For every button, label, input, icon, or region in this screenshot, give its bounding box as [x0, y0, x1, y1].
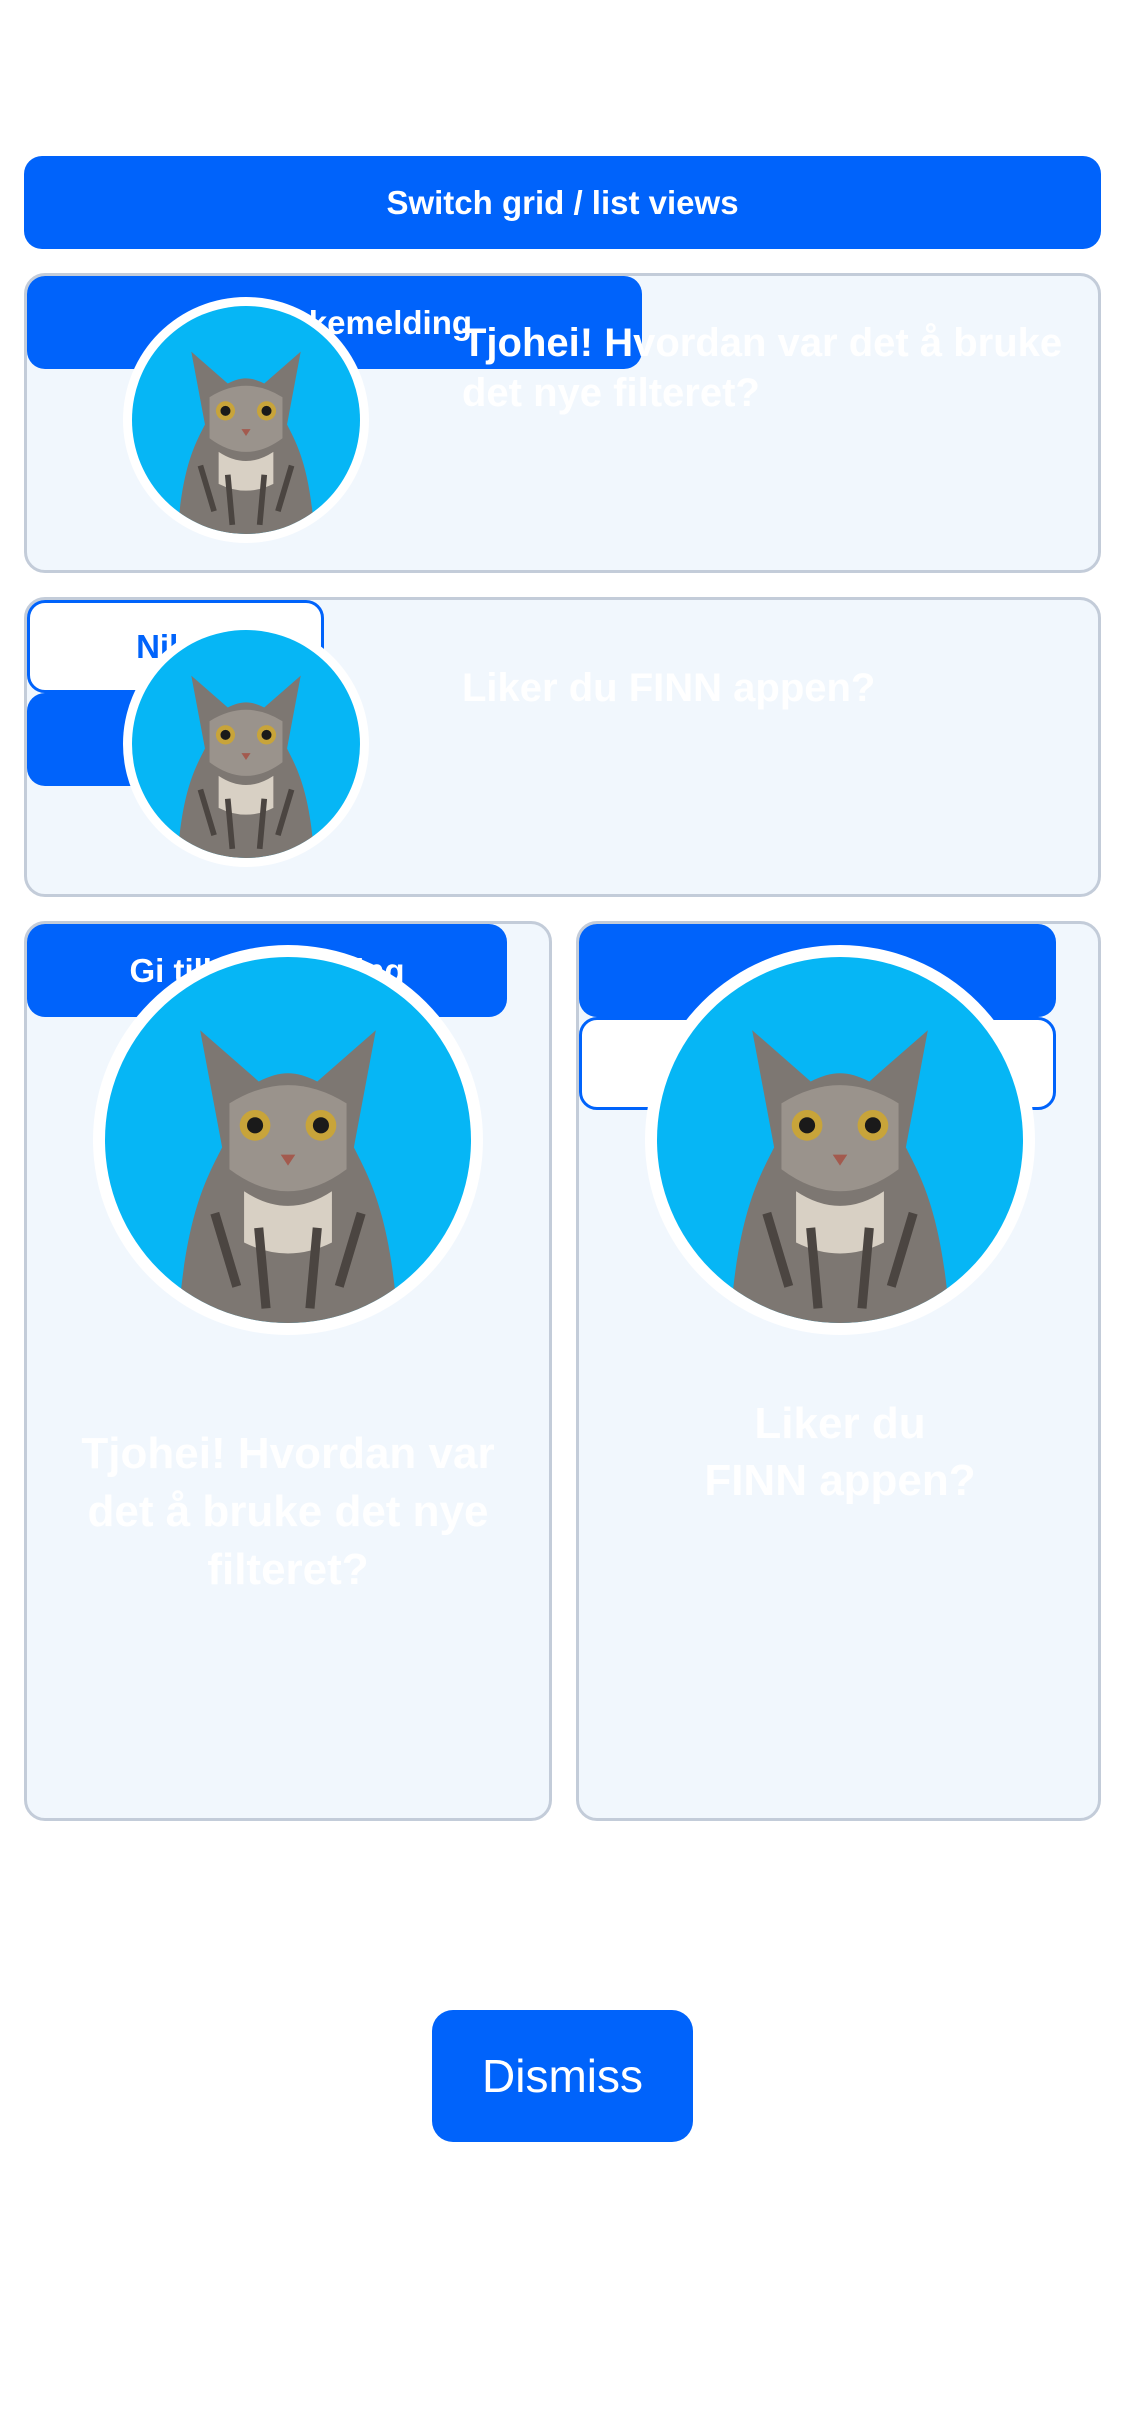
cat-avatar-icon — [645, 945, 1035, 1335]
like-app-prompt-line2: FINN appen? — [704, 1456, 976, 1505]
list-feedback-card: Tjohei! Hvordan var det å bruke det nye … — [24, 273, 1101, 573]
feedback-prompt-text: Tjohei! Hvordan var det å bruke det nye … — [462, 321, 1063, 415]
cat-avatar-icon — [93, 945, 483, 1335]
cat-avatar-icon — [123, 621, 369, 867]
grid-yesno-card: Liker du FINN appen? Ja! Niks. — [576, 921, 1101, 1821]
like-app-prompt-line1: Liker du — [754, 1399, 926, 1448]
like-app-prompt-text: Liker du FINN appen? — [462, 666, 876, 710]
switch-view-button[interactable]: Switch grid / list views — [24, 156, 1101, 249]
feedback-prompt-text: Tjohei! Hvordan var det å bruke det nye … — [81, 1429, 495, 1594]
grid-feedback-card: Tjohei! Hvordan var det å bruke det nye … — [24, 921, 552, 1821]
list-yesno-card: Liker du FINN appen? Niks. Ja! — [24, 597, 1101, 897]
cat-avatar-icon — [123, 297, 369, 543]
dismiss-button[interactable]: Dismiss — [432, 2010, 693, 2142]
